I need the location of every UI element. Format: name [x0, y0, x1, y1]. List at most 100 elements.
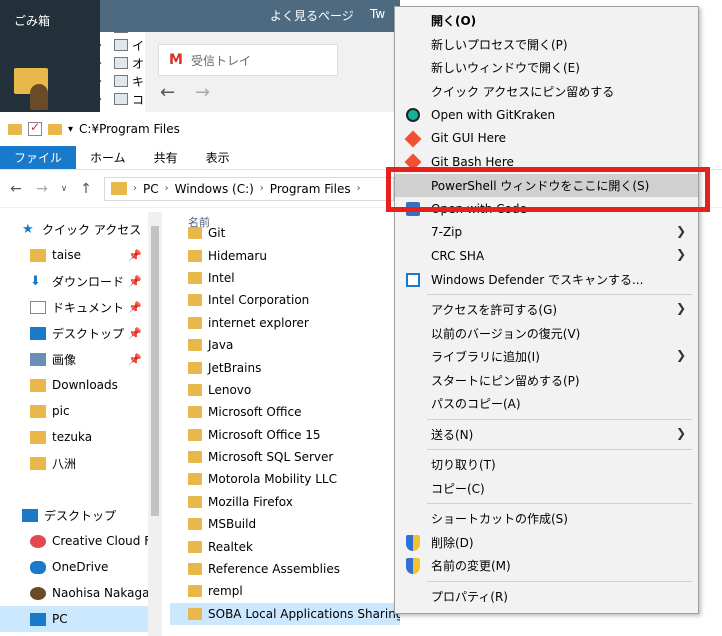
context-menu-item[interactable]: コピー(C) [395, 477, 698, 501]
recent-dropdown-icon[interactable]: ∨ [60, 184, 68, 194]
device-icon [114, 93, 128, 105]
up-icon[interactable]: ↑ [78, 181, 94, 197]
context-menu-item[interactable]: Git GUI Here [395, 127, 698, 151]
context-menu-item[interactable]: ライブラリに追加(I) ❯ [395, 345, 698, 369]
file-row[interactable]: JetBrains [170, 356, 400, 378]
nav-item[interactable]: tezuka [0, 424, 148, 450]
context-menu-item[interactable]: 7-Zip ❯ [395, 221, 698, 245]
chevron-right-icon[interactable]: › [133, 183, 137, 194]
context-menu-item[interactable]: 送る(N) ❯ [395, 423, 698, 447]
folder-icon [188, 451, 202, 464]
context-menu-item[interactable]: ショートカットの作成(S) [395, 507, 698, 531]
nav-item[interactable]: 画像 📌 [0, 346, 148, 372]
nav-item-label: ドキュメント [52, 300, 125, 315]
tab-share[interactable]: 共有 [140, 146, 192, 169]
context-menu-item[interactable]: アクセスを許可する(G) ❯ [395, 298, 698, 322]
folder-icon [188, 428, 202, 441]
nav-item[interactable]: Downloads [0, 372, 148, 398]
nav-item[interactable]: ライブラリ [0, 632, 148, 636]
context-menu-item[interactable]: 削除(D) [395, 531, 698, 555]
nav-item[interactable]: ⬇ ダウンロード 📌 [0, 268, 148, 294]
bookmark-twitter[interactable]: Tw [370, 7, 385, 21]
file-row[interactable]: internet explorer [170, 312, 400, 334]
context-menu-item[interactable]: 名前の変更(M) [395, 554, 698, 578]
folder-icon [188, 406, 202, 419]
nav-scrollbar[interactable] [148, 212, 162, 636]
nav-item[interactable]: OneDrive [0, 554, 148, 580]
window-title: C:¥Program Files [79, 122, 180, 136]
file-row[interactable]: Microsoft Office [170, 401, 400, 423]
nav-item[interactable]: Naohisa Nakaga [0, 580, 148, 606]
context-menu-item[interactable]: 新しいプロセスで開く(P) [395, 33, 698, 57]
chevron-right-icon[interactable]: › [357, 183, 361, 194]
recycle-bin-label[interactable]: ごみ箱 [14, 12, 50, 29]
chevron-right-icon[interactable]: › [165, 183, 169, 194]
nav-item[interactable]: PC [0, 606, 148, 632]
menu-item-label: 名前の変更(M) [431, 559, 511, 574]
address-bar[interactable]: › PC › Windows (C:) › Program Files › [104, 176, 394, 201]
chevron-right-icon[interactable]: › [100, 76, 110, 87]
breadcrumb-drive[interactable]: Windows (C:) [175, 182, 254, 196]
nav-item[interactable]: pic [0, 398, 148, 424]
breadcrumb-pc[interactable]: PC [143, 182, 159, 196]
forward-icon[interactable]: → [34, 181, 50, 197]
context-menu-item[interactable]: 新しいウィンドウで開く(E) [395, 56, 698, 80]
file-row[interactable]: Intel Corporation [170, 289, 400, 311]
context-menu-item[interactable]: クイック アクセスにピン留めする [395, 80, 698, 104]
device-tree-label: コ [132, 92, 145, 107]
tab-file[interactable]: ファイル [0, 146, 77, 169]
nav-item[interactable]: ドキュメント 📌 [0, 294, 148, 320]
tab-home[interactable]: ホーム [76, 146, 140, 169]
chevron-right-icon[interactable]: › [100, 58, 110, 69]
context-menu-item[interactable]: 以前のバージョンの復元(V) [395, 322, 698, 346]
context-menu-item[interactable]: Open with GitKraken [395, 103, 698, 127]
nav-item[interactable]: デスクトップ 📌 [0, 320, 148, 346]
chevron-right-icon[interactable]: › [260, 183, 264, 194]
file-row[interactable]: Lenovo [170, 379, 400, 401]
bookmark-frequent[interactable]: よく見るページ [270, 7, 354, 24]
file-row[interactable]: Motorola Mobility LLC [170, 468, 400, 490]
browser-tab-gmail[interactable]: M 受信トレイ [158, 44, 338, 76]
context-menu-item[interactable]: 開く(O) [395, 9, 698, 33]
tab-view[interactable]: 表示 [192, 146, 244, 169]
context-menu-item[interactable]: 切り取り(T) [395, 453, 698, 477]
context-menu-item[interactable]: プロパティ(R) [395, 585, 698, 609]
nav-item[interactable]: 八洲 [0, 450, 148, 476]
file-row[interactable]: Intel [170, 267, 400, 289]
nav-item[interactable]: デスクトップ [0, 502, 148, 528]
new-folder-icon[interactable] [48, 123, 62, 135]
nav-item[interactable]: Creative Cloud F [0, 528, 148, 554]
customize-quick-access-icon[interactable]: ▾ [68, 124, 73, 135]
file-row[interactable]: SOBA Local Applications Sharing Tool [170, 602, 400, 626]
properties-check-icon[interactable] [28, 120, 42, 136]
file-name: Mozilla Firefox [208, 494, 293, 509]
menu-item-label: 送る(N) [431, 427, 474, 442]
nav-item[interactable]: ★ クイック アクセス [0, 216, 148, 242]
nav-item[interactable]: taise 📌 [0, 242, 148, 268]
uac-shield-icon [406, 558, 420, 574]
browser-forward-icon[interactable]: → [195, 82, 210, 103]
chevron-right-icon[interactable]: › [100, 40, 110, 51]
file-row[interactable]: Microsoft SQL Server [170, 446, 400, 468]
file-row[interactable]: rempl [170, 580, 400, 602]
browser-back-icon[interactable]: ← [160, 82, 175, 103]
context-menu-item[interactable]: パスのコピー(A) [395, 392, 698, 416]
breadcrumb-program-files[interactable]: Program Files [270, 182, 351, 196]
nav-scrollbar-thumb[interactable] [151, 226, 159, 516]
back-icon[interactable]: ← [8, 181, 24, 197]
folder-icon [30, 378, 46, 392]
gitkraken-icon [406, 108, 420, 122]
file-row[interactable]: Realtek [170, 535, 400, 557]
file-row[interactable]: Mozilla Firefox [170, 491, 400, 513]
menu-item-label: 以前のバージョンの復元(V) [431, 326, 581, 341]
file-row[interactable]: Hidemaru [170, 244, 400, 266]
pin-icon: 📌 [128, 352, 142, 366]
file-row[interactable]: Reference Assemblies [170, 558, 400, 580]
file-row[interactable]: MSBuild [170, 513, 400, 535]
chevron-right-icon[interactable]: › [100, 94, 110, 105]
context-menu-item[interactable]: スタートにピン留めする(P) [395, 369, 698, 393]
file-row[interactable]: Microsoft Office 15 [170, 424, 400, 446]
file-row[interactable]: Java [170, 334, 400, 356]
context-menu-item[interactable]: CRC SHA ❯ [395, 244, 698, 268]
context-menu-item[interactable]: Windows Defender でスキャンする... [395, 268, 698, 292]
